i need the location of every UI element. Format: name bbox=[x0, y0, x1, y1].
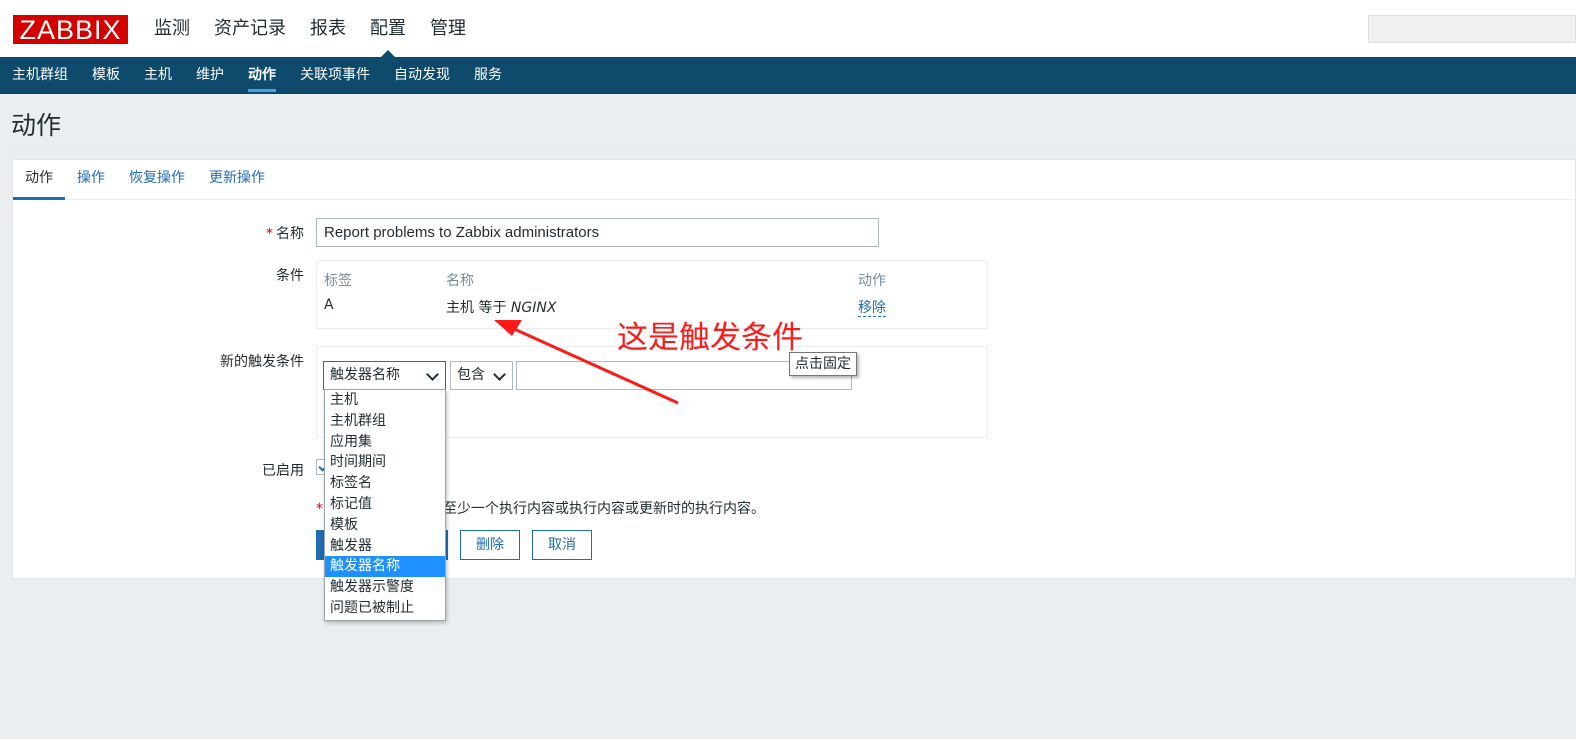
required-mark: * bbox=[316, 501, 323, 517]
dropdown-option-trigger-name[interactable]: 触发器名称 bbox=[325, 556, 445, 578]
new-condition-label: 新的触发条件 bbox=[220, 354, 304, 370]
enabled-label: 已启用 bbox=[262, 463, 304, 479]
annotation-text: 这是触发条件 bbox=[617, 320, 803, 356]
sub-nav: 主机群组 模板 主机 维护 动作 关联项事件 自动发现 服务 bbox=[0, 57, 1576, 94]
condition-type-dropdown: 主机 主机群组 应用集 时间期间 标签名 标记值 模板 触发器 触发器名称 触发… bbox=[324, 389, 446, 621]
delete-button[interactable]: 删除 bbox=[460, 530, 520, 560]
name-field[interactable]: Report problems to Zabbix administrators bbox=[316, 218, 879, 247]
zabbix-logo[interactable]: ZABBIX bbox=[12, 14, 129, 45]
conditions-header-name: 名称 bbox=[446, 273, 474, 289]
conditions-header-tag: 标签 bbox=[324, 273, 352, 289]
form-tabs: 动作 操作 恢复操作 更新操作 bbox=[13, 160, 1576, 200]
name-label-text: 名称 bbox=[276, 226, 304, 242]
dropdown-option-tag-value[interactable]: 标记值 bbox=[325, 494, 445, 515]
dropdown-option-application[interactable]: 应用集 bbox=[325, 432, 445, 453]
dropdown-option-trigger-severity[interactable]: 触发器示警度 bbox=[325, 577, 445, 598]
dropdown-option-host[interactable]: 主机 bbox=[325, 390, 445, 411]
condition-name-prefix: 主机 等于 bbox=[446, 300, 511, 316]
sub-nav-actions[interactable]: 动作 bbox=[236, 57, 288, 94]
top-nav-reports[interactable]: 报表 bbox=[298, 0, 358, 57]
conditions-header-action: 动作 bbox=[858, 273, 886, 289]
operations-note-text: 至少一个执行内容或执行内容或更新时的执行内容。 bbox=[443, 501, 765, 517]
operator-select[interactable]: 包含 bbox=[450, 361, 513, 390]
top-nav-configuration[interactable]: 配置 bbox=[358, 0, 418, 57]
conditions-label: 条件 bbox=[276, 268, 304, 284]
top-nav-inventory[interactable]: 资产记录 bbox=[202, 0, 298, 57]
condition-type-select[interactable]: 触发器名称 bbox=[323, 361, 446, 390]
dropdown-option-trigger[interactable]: 触发器 bbox=[325, 536, 445, 557]
divider bbox=[11, 145, 1576, 146]
required-mark: * bbox=[266, 226, 273, 242]
condition-tag: A bbox=[324, 297, 334, 313]
dropdown-option-tag-name[interactable]: 标签名 bbox=[325, 473, 445, 494]
tab-operations[interactable]: 操作 bbox=[65, 160, 117, 199]
top-nav: 监测 资产记录 报表 配置 管理 bbox=[142, 0, 478, 57]
cancel-button[interactable]: 取消 bbox=[532, 530, 592, 560]
top-nav-administration[interactable]: 管理 bbox=[418, 0, 478, 57]
tab-update-operations[interactable]: 更新操作 bbox=[197, 160, 277, 199]
top-nav-monitoring[interactable]: 监测 bbox=[142, 0, 202, 57]
remove-link-text[interactable]: 移除 bbox=[858, 300, 886, 317]
tooltip: 点击固定 bbox=[789, 352, 857, 376]
dropdown-option-time-period[interactable]: 时间期间 bbox=[325, 452, 445, 473]
operator-selected: 包含 bbox=[457, 367, 485, 383]
sub-nav-discovery[interactable]: 自动发现 bbox=[382, 57, 462, 94]
dropdown-option-host-group[interactable]: 主机群组 bbox=[325, 411, 445, 432]
condition-remove-link[interactable]: 移除 bbox=[858, 297, 886, 317]
tab-recovery-operations[interactable]: 恢复操作 bbox=[117, 160, 197, 199]
condition-type-selected: 触发器名称 bbox=[330, 367, 400, 383]
condition-name: 主机 等于 NGINX bbox=[446, 297, 556, 317]
dropdown-option-template[interactable]: 模板 bbox=[325, 515, 445, 536]
dropdown-option-suppressed[interactable]: 问题已被制止 bbox=[325, 598, 445, 619]
sub-nav-maintenance[interactable]: 维护 bbox=[184, 57, 236, 94]
search-input[interactable] bbox=[1368, 15, 1576, 43]
chevron-down-icon bbox=[493, 368, 506, 381]
sub-nav-hosts[interactable]: 主机 bbox=[132, 57, 184, 94]
condition-name-value: NGINX bbox=[510, 300, 557, 316]
tab-action[interactable]: 动作 bbox=[13, 160, 65, 200]
top-bar: ZABBIX 监测 资产记录 报表 配置 管理 bbox=[0, 0, 1576, 57]
sub-nav-host-groups[interactable]: 主机群组 bbox=[0, 57, 80, 94]
page-title: 动作 bbox=[11, 111, 62, 140]
sub-nav-services[interactable]: 服务 bbox=[462, 57, 514, 94]
chevron-down-icon bbox=[426, 368, 439, 381]
sub-nav-templates[interactable]: 模板 bbox=[80, 57, 132, 94]
sub-nav-event-correlation[interactable]: 关联项事件 bbox=[288, 57, 382, 94]
name-label: * 名称 bbox=[184, 223, 304, 243]
